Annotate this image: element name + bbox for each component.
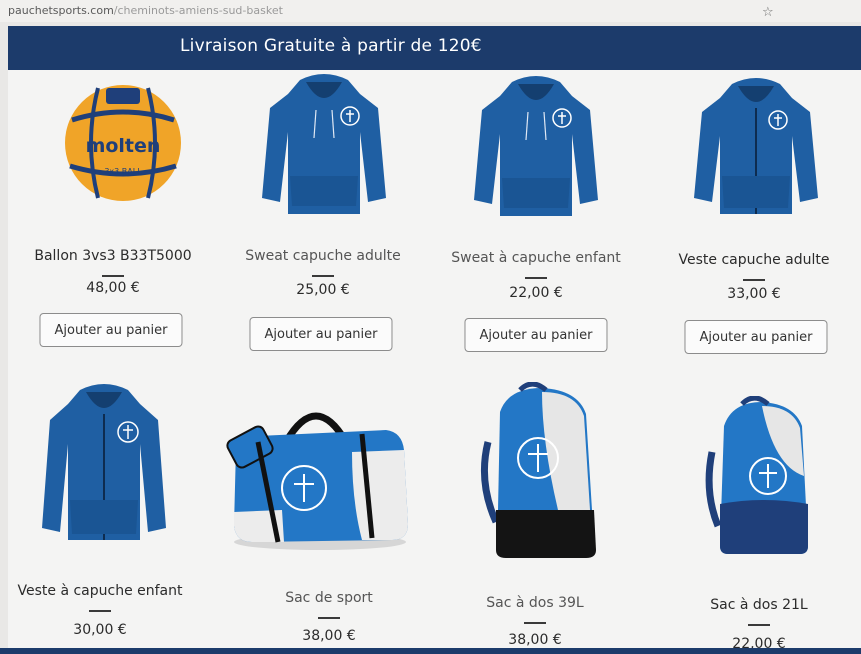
banner-text: Livraison Gratuite à partir de 120€ xyxy=(180,36,482,56)
divider xyxy=(524,622,546,624)
divider xyxy=(102,275,124,277)
product-name[interactable]: Sweat capuche adulte xyxy=(245,248,400,264)
sport-bag-icon[interactable] xyxy=(222,392,412,552)
add-to-cart-button[interactable]: Ajouter au panier xyxy=(249,317,393,351)
ball-icon[interactable]: molten 3x3 BALL xyxy=(62,82,184,204)
divider xyxy=(89,610,111,612)
divider xyxy=(312,275,334,277)
backpack-icon[interactable] xyxy=(704,396,820,558)
hoodie-icon[interactable] xyxy=(256,70,392,220)
product-price: 38,00 € xyxy=(302,628,356,644)
url-text[interactable]: pauchetsports.com/cheminots-amiens-sud-b… xyxy=(8,0,283,22)
divider xyxy=(318,617,340,619)
product-name[interactable]: Veste à capuche enfant xyxy=(17,583,182,599)
free-shipping-banner: Livraison Gratuite à partir de 120€ xyxy=(8,26,861,70)
product-price: 22,00 € xyxy=(509,285,563,301)
add-to-cart-button[interactable]: Ajouter au panier xyxy=(464,318,608,352)
product-name[interactable]: Sac à dos 21L xyxy=(710,597,807,613)
ball-label-text: 3x3 BALL xyxy=(104,167,142,176)
divider xyxy=(748,624,770,626)
product-price: 33,00 € xyxy=(727,286,781,302)
add-to-cart-button[interactable]: Ajouter au panier xyxy=(39,313,183,347)
product-name[interactable]: Veste capuche adulte xyxy=(679,252,830,268)
product-price: 48,00 € xyxy=(86,280,140,296)
product-name[interactable]: Ballon 3vs3 B33T5000 xyxy=(34,248,191,264)
bookmark-star-icon[interactable]: ☆ xyxy=(762,2,774,24)
product-price: 30,00 € xyxy=(73,622,127,638)
product-name[interactable]: Sac à dos 39L xyxy=(486,595,583,611)
divider xyxy=(525,277,547,279)
product-name[interactable]: Sweat à capuche enfant xyxy=(451,250,621,266)
product-name[interactable]: Sac de sport xyxy=(285,590,373,606)
hoodie-icon[interactable] xyxy=(468,72,604,222)
zip-hoodie-icon[interactable] xyxy=(688,74,824,220)
ball-brand-text: molten xyxy=(86,135,161,157)
add-to-cart-button[interactable]: Ajouter au panier xyxy=(684,320,828,354)
product-price: 38,00 € xyxy=(508,632,562,648)
divider xyxy=(743,279,765,281)
product-grid: molten 3x3 BALL Ballon 3vs3 B33T5000 48,… xyxy=(8,70,861,652)
footer-strip xyxy=(0,648,861,654)
product-price: 25,00 € xyxy=(296,282,350,298)
backpack-icon[interactable] xyxy=(478,382,606,560)
zip-hoodie-icon[interactable] xyxy=(36,380,172,546)
browser-url-bar[interactable]: pauchetsports.com/cheminots-amiens-sud-b… xyxy=(0,0,861,22)
